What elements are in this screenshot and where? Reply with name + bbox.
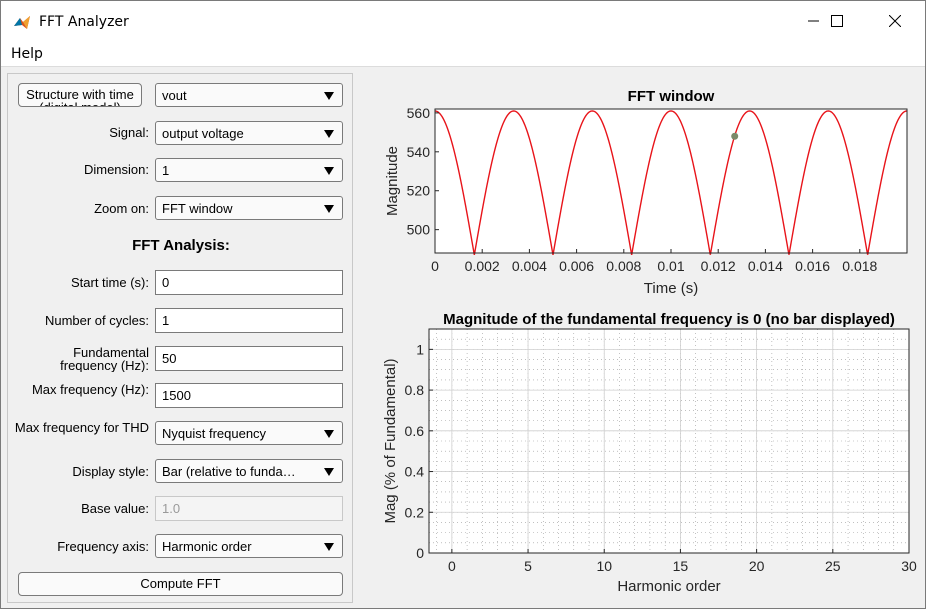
cycles-input-box[interactable] bbox=[155, 308, 343, 333]
max-frequency-input-box[interactable] bbox=[155, 383, 343, 408]
close-button[interactable] bbox=[872, 1, 918, 41]
data-point bbox=[731, 132, 739, 140]
x-tick-label: 0.018 bbox=[842, 258, 877, 274]
y-axis-label: Magnitude bbox=[384, 146, 401, 216]
settings-panel: Structure with time (digital model) vout… bbox=[7, 73, 353, 603]
display-style-label: Display style: bbox=[72, 464, 149, 479]
x-tick-label: 5 bbox=[524, 558, 532, 574]
signal-select-value: output voltage bbox=[162, 126, 244, 141]
base-value-label: Base value: bbox=[81, 501, 149, 516]
max-frequency-label: Max frequency (Hz): bbox=[31, 383, 149, 397]
start-time-input-box[interactable] bbox=[155, 270, 343, 295]
signal-label: Signal: bbox=[109, 125, 149, 140]
max-thd-label: Max frequency for THD bbox=[14, 421, 149, 435]
x-axis-label: Time (s) bbox=[644, 280, 698, 297]
y-tick-label: 0.4 bbox=[405, 464, 425, 480]
zoom-select[interactable]: FFT window bbox=[155, 196, 343, 220]
y-tick-label: 520 bbox=[407, 183, 431, 199]
display-style-select[interactable]: Bar (relative to funda… bbox=[155, 459, 343, 483]
x-tick-label: 0 bbox=[448, 558, 456, 574]
fft-window-chart: 0 0.002 0.004 0.006 0.008 0.01 0.012 0.014 0.016… bbox=[384, 88, 908, 297]
display-style-select-value: Bar (relative to funda… bbox=[162, 464, 296, 479]
chart-title: Magnitude of the fundamental frequency i… bbox=[443, 311, 895, 328]
x-tick-label: 0.004 bbox=[512, 258, 547, 274]
max-thd-select[interactable]: Nyquist frequency bbox=[155, 421, 343, 445]
chevron-down-icon bbox=[324, 130, 334, 138]
y-tick-label: 1 bbox=[416, 341, 424, 357]
frequency-axis-label: Frequency axis: bbox=[57, 539, 149, 554]
x-tick-label: 30 bbox=[901, 558, 917, 574]
fft-analyzer-window: FFT Analyzer Help Structure with time (d… bbox=[0, 0, 926, 609]
compute-fft-button-label: Compute FFT bbox=[140, 576, 221, 591]
window-title: FFT Analyzer bbox=[39, 14, 129, 30]
base-value-input-box bbox=[155, 496, 343, 521]
x-tick-label: 15 bbox=[673, 558, 689, 574]
fundamental-input-box[interactable] bbox=[155, 346, 343, 371]
frequency-axis-select-value: Harmonic order bbox=[162, 539, 252, 554]
signal-select[interactable]: output voltage bbox=[155, 121, 343, 145]
harmonic-spectrum-chart: 0 5 10 15 20 25 30 0 0.2 0.4 0.6 0.8 1 Magnitude of t… bbox=[382, 311, 917, 595]
y-tick-label: 0 bbox=[416, 545, 424, 561]
y-tick-label: 0.2 bbox=[405, 504, 425, 520]
fundamental-label: Fundamental frequency (Hz): bbox=[60, 346, 149, 372]
x-tick-label: 0.006 bbox=[559, 258, 594, 274]
y-tick-label: 500 bbox=[407, 222, 431, 238]
start-time-input[interactable] bbox=[156, 271, 342, 294]
x-tick-label: 0.01 bbox=[657, 258, 684, 274]
x-tick-label: 0.008 bbox=[606, 258, 641, 274]
fft-analysis-heading: FFT Analysis: bbox=[132, 237, 230, 254]
cycles-label: Number of cycles: bbox=[44, 313, 149, 328]
structure-button[interactable]: Structure with time (digital model) bbox=[18, 83, 142, 107]
maximize-icon bbox=[831, 15, 843, 27]
x-tick-label: 10 bbox=[596, 558, 612, 574]
y-tick-label: 540 bbox=[407, 144, 431, 160]
x-tick-label: 0.016 bbox=[795, 258, 830, 274]
chevron-down-icon bbox=[324, 430, 334, 438]
structure-select-value: vout bbox=[162, 88, 187, 103]
x-tick-label: 20 bbox=[749, 558, 765, 574]
close-icon bbox=[889, 15, 901, 27]
cycles-input[interactable] bbox=[156, 309, 342, 332]
frequency-axis-select[interactable]: Harmonic order bbox=[155, 534, 343, 558]
menu-bar: Help bbox=[1, 41, 925, 67]
chevron-down-icon bbox=[324, 468, 334, 476]
y-tick-label: 0.6 bbox=[405, 423, 425, 439]
x-tick-label: 0.002 bbox=[465, 258, 500, 274]
x-tick-label: 25 bbox=[825, 558, 841, 574]
chart-title: FFT window bbox=[628, 88, 715, 105]
chevron-down-icon bbox=[324, 205, 334, 213]
dimension-select[interactable]: 1 bbox=[155, 158, 343, 182]
matlab-logo-icon bbox=[14, 16, 30, 29]
structure-select[interactable]: vout bbox=[155, 83, 343, 107]
zoom-select-value: FFT window bbox=[162, 201, 233, 216]
compute-fft-button[interactable]: Compute FFT bbox=[18, 572, 343, 596]
structure-button-label: Structure with time (digital model) bbox=[26, 87, 134, 106]
y-tick-label: 560 bbox=[407, 105, 431, 121]
chevron-down-icon bbox=[324, 543, 334, 551]
fundamental-input[interactable] bbox=[156, 347, 342, 370]
menu-help[interactable]: Help bbox=[11, 46, 43, 62]
y-axis-label: Mag (% of Fundamental) bbox=[382, 358, 399, 523]
x-axis-label: Harmonic order bbox=[617, 578, 720, 595]
dimension-select-value: 1 bbox=[162, 163, 170, 178]
chevron-down-icon bbox=[324, 167, 334, 175]
plot-area: 0 0.002 0.004 0.006 0.008 0.01 0.012 0.014 0.016… bbox=[363, 73, 923, 605]
start-time-label: Start time (s): bbox=[70, 275, 149, 290]
chevron-down-icon bbox=[324, 92, 334, 100]
plot-background bbox=[435, 109, 907, 253]
maximize-button[interactable] bbox=[814, 1, 860, 41]
max-frequency-input[interactable] bbox=[156, 384, 342, 407]
x-tick-label: 0.012 bbox=[701, 258, 736, 274]
max-thd-select-value: Nyquist frequency bbox=[162, 426, 267, 441]
zoom-label: Zoom on: bbox=[94, 201, 149, 216]
dimension-label: Dimension: bbox=[83, 162, 149, 177]
x-tick-label: 0 bbox=[431, 258, 439, 274]
y-tick-label: 0.8 bbox=[405, 382, 425, 398]
title-bar: FFT Analyzer bbox=[1, 1, 925, 41]
base-value-input bbox=[156, 497, 342, 520]
x-tick-label: 0.014 bbox=[748, 258, 783, 274]
